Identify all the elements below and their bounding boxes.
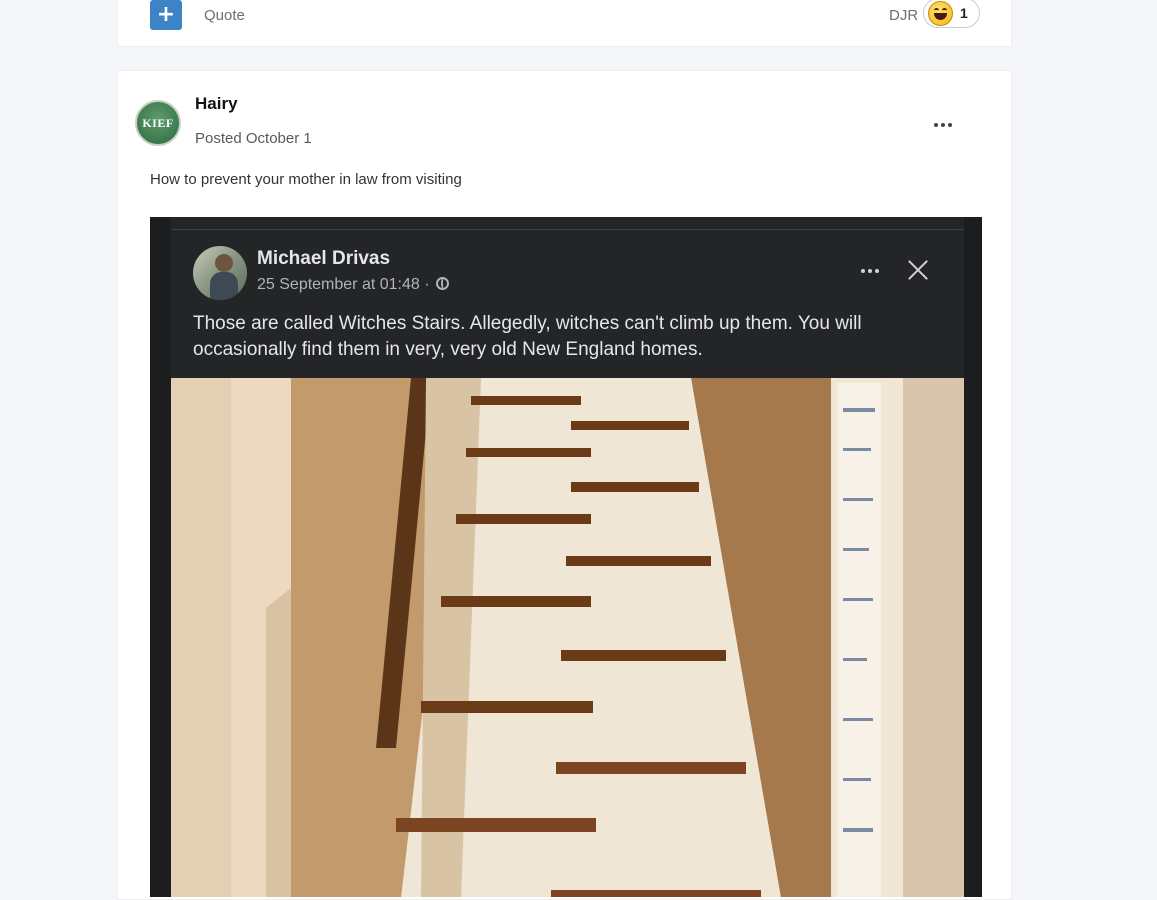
quote-link[interactable]: Quote [204, 7, 245, 24]
laughing-emoji-icon [928, 1, 953, 26]
fb-post-date: 25 September at 01:48 · [257, 276, 450, 294]
staircase-photo [171, 378, 964, 897]
reaction-badge[interactable]: 1 [923, 0, 980, 28]
post-content-text: How to prevent your mother in law from v… [150, 171, 462, 188]
avatar[interactable]: KIEF [135, 100, 181, 146]
ellipsis-icon [861, 269, 865, 273]
fb-author-name: Michael Drivas [257, 248, 391, 269]
author-name-link[interactable]: Hairy [195, 94, 238, 114]
reaction-user-link[interactable]: DJR [889, 7, 918, 24]
forum-post: KIEF Hairy Posted October 1 How to preve… [117, 70, 1012, 900]
previous-post-footer: + Quote DJR 1 [117, 0, 1012, 47]
embedded-screenshot[interactable]: Michael Drivas 25 September at 01:48 · T… [150, 217, 982, 897]
divider [171, 229, 964, 230]
reaction-count: 1 [960, 5, 968, 21]
ellipsis-icon [934, 123, 938, 127]
post-date[interactable]: Posted October 1 [195, 130, 312, 147]
fb-more-button [857, 261, 883, 281]
fb-post-text: Those are called Witches Stairs. Alleged… [193, 313, 862, 360]
globe-icon [436, 277, 450, 290]
multiquote-plus-button[interactable]: + [150, 0, 182, 30]
fb-avatar [193, 246, 247, 300]
plus-icon: + [156, 2, 176, 27]
post-options-button[interactable] [930, 115, 956, 135]
facebook-post-card: Michael Drivas 25 September at 01:48 · T… [171, 217, 964, 897]
close-icon [905, 257, 931, 283]
avatar-text: KIEF [142, 115, 174, 130]
